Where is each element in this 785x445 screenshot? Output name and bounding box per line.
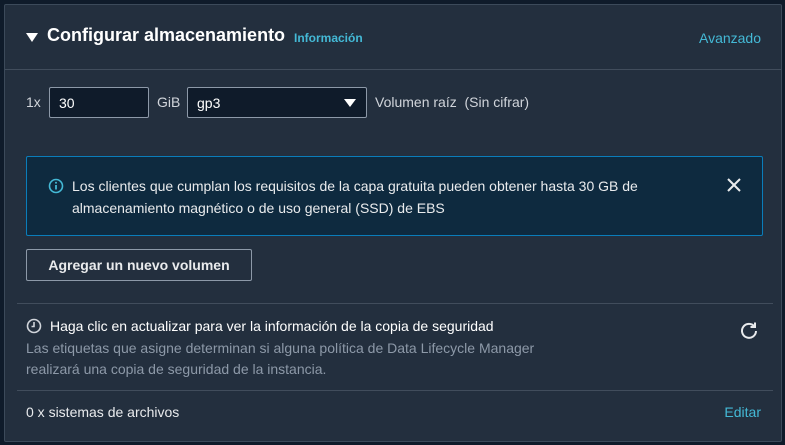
- volume-type-value: gp3: [197, 95, 221, 111]
- add-volume-button[interactable]: Agregar un nuevo volumen: [26, 249, 252, 281]
- alert-message: Los clientes que cumplan los requisitos …: [72, 178, 638, 216]
- volume-multiplier: 1x: [26, 94, 41, 110]
- collapse-caret-icon[interactable]: [26, 33, 38, 42]
- dropdown-arrow-icon: [344, 99, 356, 107]
- advanced-link[interactable]: Avanzado: [699, 30, 761, 46]
- clock-icon: [26, 318, 42, 334]
- volume-unit-label: GiB: [157, 94, 181, 110]
- backup-description: Las etiquetas que asigne determinan si a…: [26, 340, 535, 377]
- refresh-icon[interactable]: [739, 320, 759, 340]
- filesystems-count: 0 x sistemas de archivos: [26, 404, 180, 420]
- volume-description: Volumen raíz (Sin cifrar): [375, 94, 530, 110]
- section-divider: [17, 303, 773, 304]
- close-icon[interactable]: [725, 176, 743, 194]
- backup-title: Haga clic en actualizar para ver la info…: [50, 318, 494, 334]
- storage-panel: Configurar almacenamiento Información Av…: [4, 4, 782, 442]
- info-circle-icon: [48, 178, 64, 194]
- edit-filesystems-link[interactable]: Editar: [724, 404, 761, 420]
- volume-type-select[interactable]: gp3: [187, 87, 367, 118]
- info-link[interactable]: Información: [294, 31, 363, 45]
- volume-size-input[interactable]: [49, 87, 149, 118]
- section-divider: [17, 390, 773, 391]
- page-title: Configurar almacenamiento: [47, 25, 286, 45]
- panel-header: Configurar almacenamiento Información Av…: [5, 5, 781, 70]
- free-tier-alert: Los clientes que cumplan los requisitos …: [26, 156, 763, 236]
